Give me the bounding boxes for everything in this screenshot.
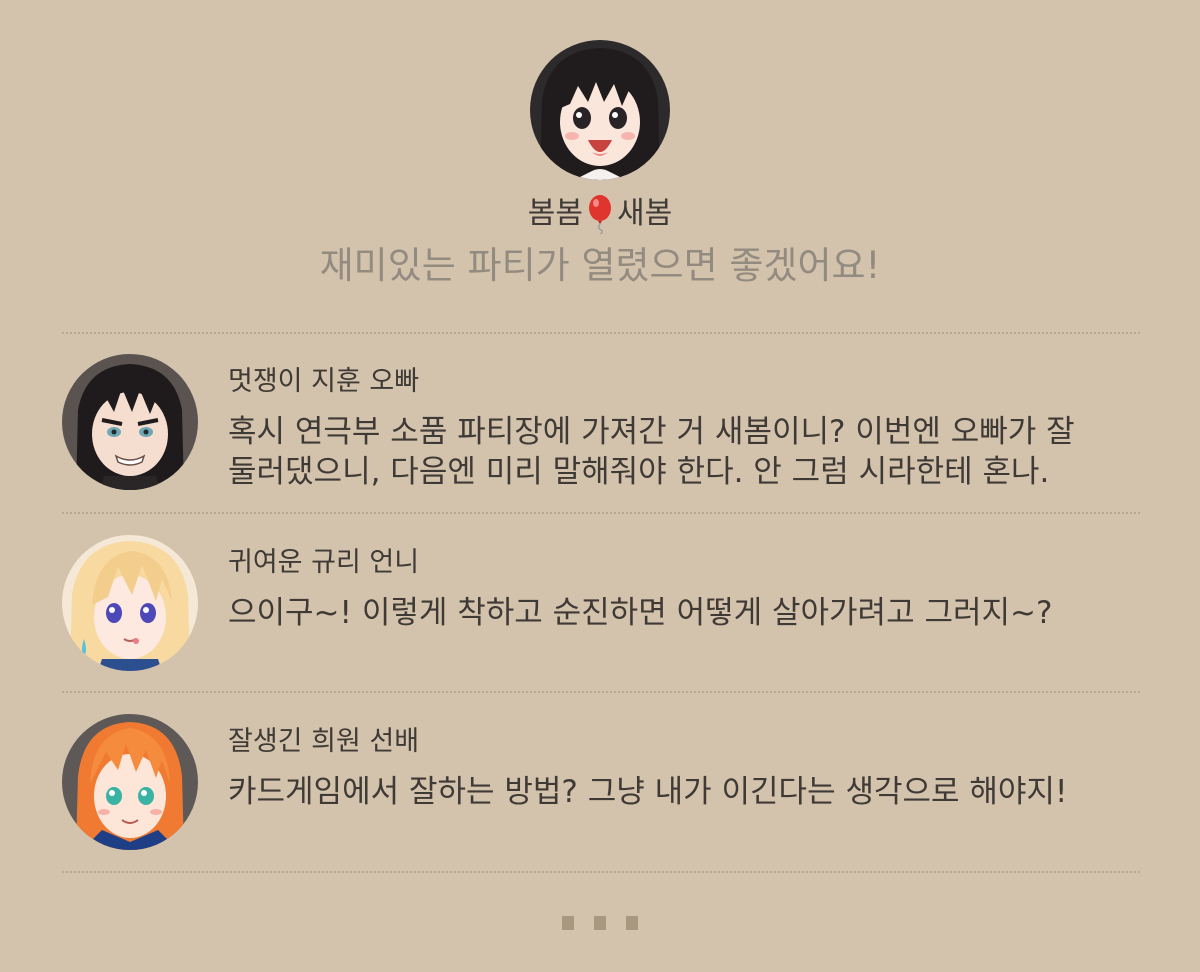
balloon-icon <box>585 194 615 235</box>
comment-avatar-huiwon[interactable] <box>62 714 198 850</box>
profile-name-second: 새봄 <box>617 196 673 231</box>
pagination <box>0 916 1200 930</box>
page-dot[interactable] <box>626 916 638 930</box>
comment-author: 귀여운 규리 언니 <box>228 547 420 578</box>
page-dot[interactable] <box>594 916 606 930</box>
page-dot[interactable] <box>562 916 574 930</box>
comment-author: 잘생긴 희원 선배 <box>228 726 420 757</box>
profile-name-first: 봄봄 <box>527 196 583 231</box>
divider <box>62 512 1140 514</box>
profile-header: 봄봄 새봄 재미있는 파티가 열렸으면 좋겠어요! <box>0 40 1200 288</box>
comment-author: 멋쟁이 지훈 오빠 <box>228 366 420 397</box>
comment-item: 멋쟁이 지훈 오빠 혹시 연극부 소품 파티장에 가져간 거 새봄이니? 이번엔… <box>62 354 1140 494</box>
divider <box>62 871 1140 873</box>
comment-avatar-gyuri[interactable] <box>62 535 198 671</box>
profile-name: 봄봄 새봄 <box>0 194 1200 235</box>
comment-item: 귀여운 규리 언니 으이구~! 이렇게 착하고 순진하면 어떻게 살아가려고 그… <box>62 535 1140 675</box>
comment-text: 혹시 연극부 소품 파티장에 가져간 거 새봄이니? 이번엔 오빠가 잘 둘러댔… <box>228 414 1075 490</box>
comment-text: 으이구~! 이렇게 착하고 순진하면 어떻게 살아가려고 그러지~? <box>228 595 1053 631</box>
profile-avatar[interactable] <box>530 40 670 180</box>
divider <box>62 691 1140 693</box>
comment-item: 잘생긴 희원 선배 카드게임에서 잘하는 방법? 그냥 내가 이긴다는 생각으로… <box>62 714 1140 854</box>
comment-text: 카드게임에서 잘하는 방법? 그냥 내가 이긴다는 생각으로 해야지! <box>228 774 1068 810</box>
profile-status-message: 재미있는 파티가 열렸으면 좋겠어요! <box>319 244 881 287</box>
divider <box>62 332 1140 334</box>
comment-avatar-jihun[interactable] <box>62 354 198 490</box>
